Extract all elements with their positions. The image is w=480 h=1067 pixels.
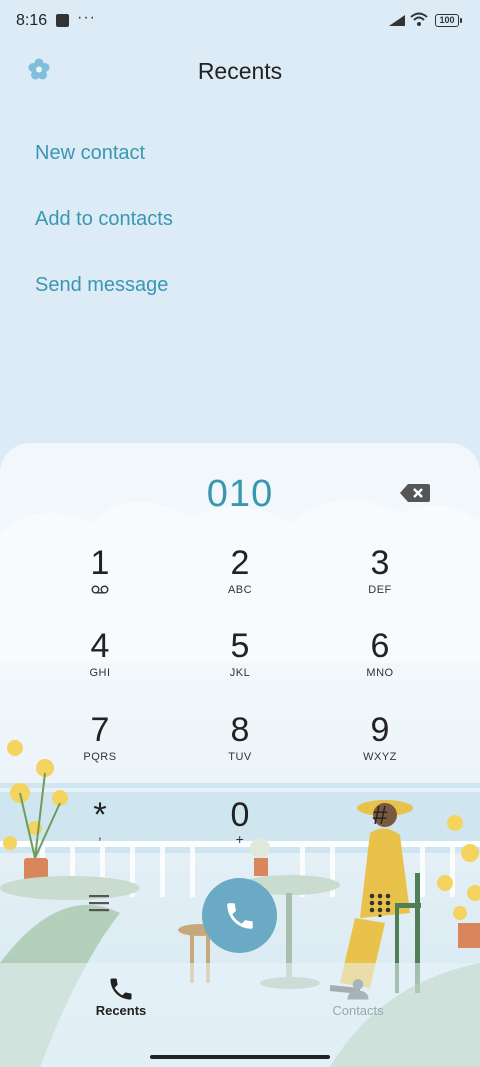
key-1[interactable]: 1: [40, 545, 160, 619]
status-time: 8:16: [16, 12, 48, 29]
tab-recents[interactable]: Recents: [61, 975, 181, 1018]
key-star[interactable]: * ,: [40, 797, 160, 871]
key-digit: 2: [230, 544, 250, 582]
signal-icon: [389, 15, 405, 26]
key-digit: 9: [370, 711, 390, 749]
phone-icon: [226, 902, 253, 929]
key-5[interactable]: 5 JKL: [180, 628, 300, 702]
new-contact-link[interactable]: New contact: [35, 142, 145, 165]
key-digit: 7: [90, 711, 110, 749]
home-indicator[interactable]: [150, 1055, 330, 1059]
key-9[interactable]: 9 WXYZ: [320, 712, 440, 786]
send-message-link[interactable]: Send message: [35, 274, 168, 297]
key-8[interactable]: 8 TUV: [180, 712, 300, 786]
key-letters: DEF: [368, 584, 392, 596]
key-digit: 8: [230, 711, 250, 749]
call-button[interactable]: [202, 878, 277, 953]
voicemail-icon: [91, 585, 109, 594]
key-digit: 1: [90, 544, 110, 582]
key-letters: PQRS: [83, 751, 117, 763]
key-letters: ABC: [227, 584, 253, 596]
battery-icon: 100: [435, 14, 462, 27]
key-letters: JKL: [229, 667, 251, 679]
menu-icon[interactable]: [88, 893, 110, 913]
contacts-tab-icon: [347, 979, 369, 1000]
key-letters: TUV: [228, 751, 252, 763]
key-digit: 6: [370, 627, 390, 665]
key-2[interactable]: 2 ABC: [180, 545, 300, 619]
status-bar: 8:16 ··· 100: [0, 0, 480, 42]
key-digit: 0: [230, 796, 250, 834]
more-notifications-icon: ···: [77, 9, 96, 26]
key-hash[interactable]: #: [320, 797, 440, 871]
wifi-icon: [410, 12, 428, 26]
key-0[interactable]: 0 +: [180, 797, 300, 871]
key-letters: MNO: [366, 667, 394, 679]
key-6[interactable]: 6 MNO: [320, 628, 440, 702]
key-letters: WXYZ: [363, 751, 397, 763]
key-digit: 3: [370, 544, 390, 582]
key-3[interactable]: 3 DEF: [320, 545, 440, 619]
tab-contacts[interactable]: Contacts: [298, 975, 418, 1018]
key-letters: ,: [97, 827, 103, 842]
notification-icon: [56, 14, 69, 27]
key-7[interactable]: 7 PQRS: [40, 712, 160, 786]
backspace-icon[interactable]: [399, 482, 431, 504]
key-digit: 4: [90, 627, 110, 665]
key-4[interactable]: 4 GHI: [40, 628, 160, 702]
key-digit: 5: [230, 627, 250, 665]
phone-tab-icon: [110, 978, 132, 1000]
tab-label: Contacts: [332, 1003, 384, 1018]
key-digit: #: [372, 800, 388, 830]
page-title: Recents: [197, 58, 283, 84]
tab-label: Recents: [95, 1003, 147, 1018]
key-letters: GHI: [89, 667, 111, 679]
add-to-contacts-link[interactable]: Add to contacts: [35, 208, 173, 231]
key-letters: +: [235, 831, 245, 847]
dialpad-icon[interactable]: [369, 893, 391, 917]
